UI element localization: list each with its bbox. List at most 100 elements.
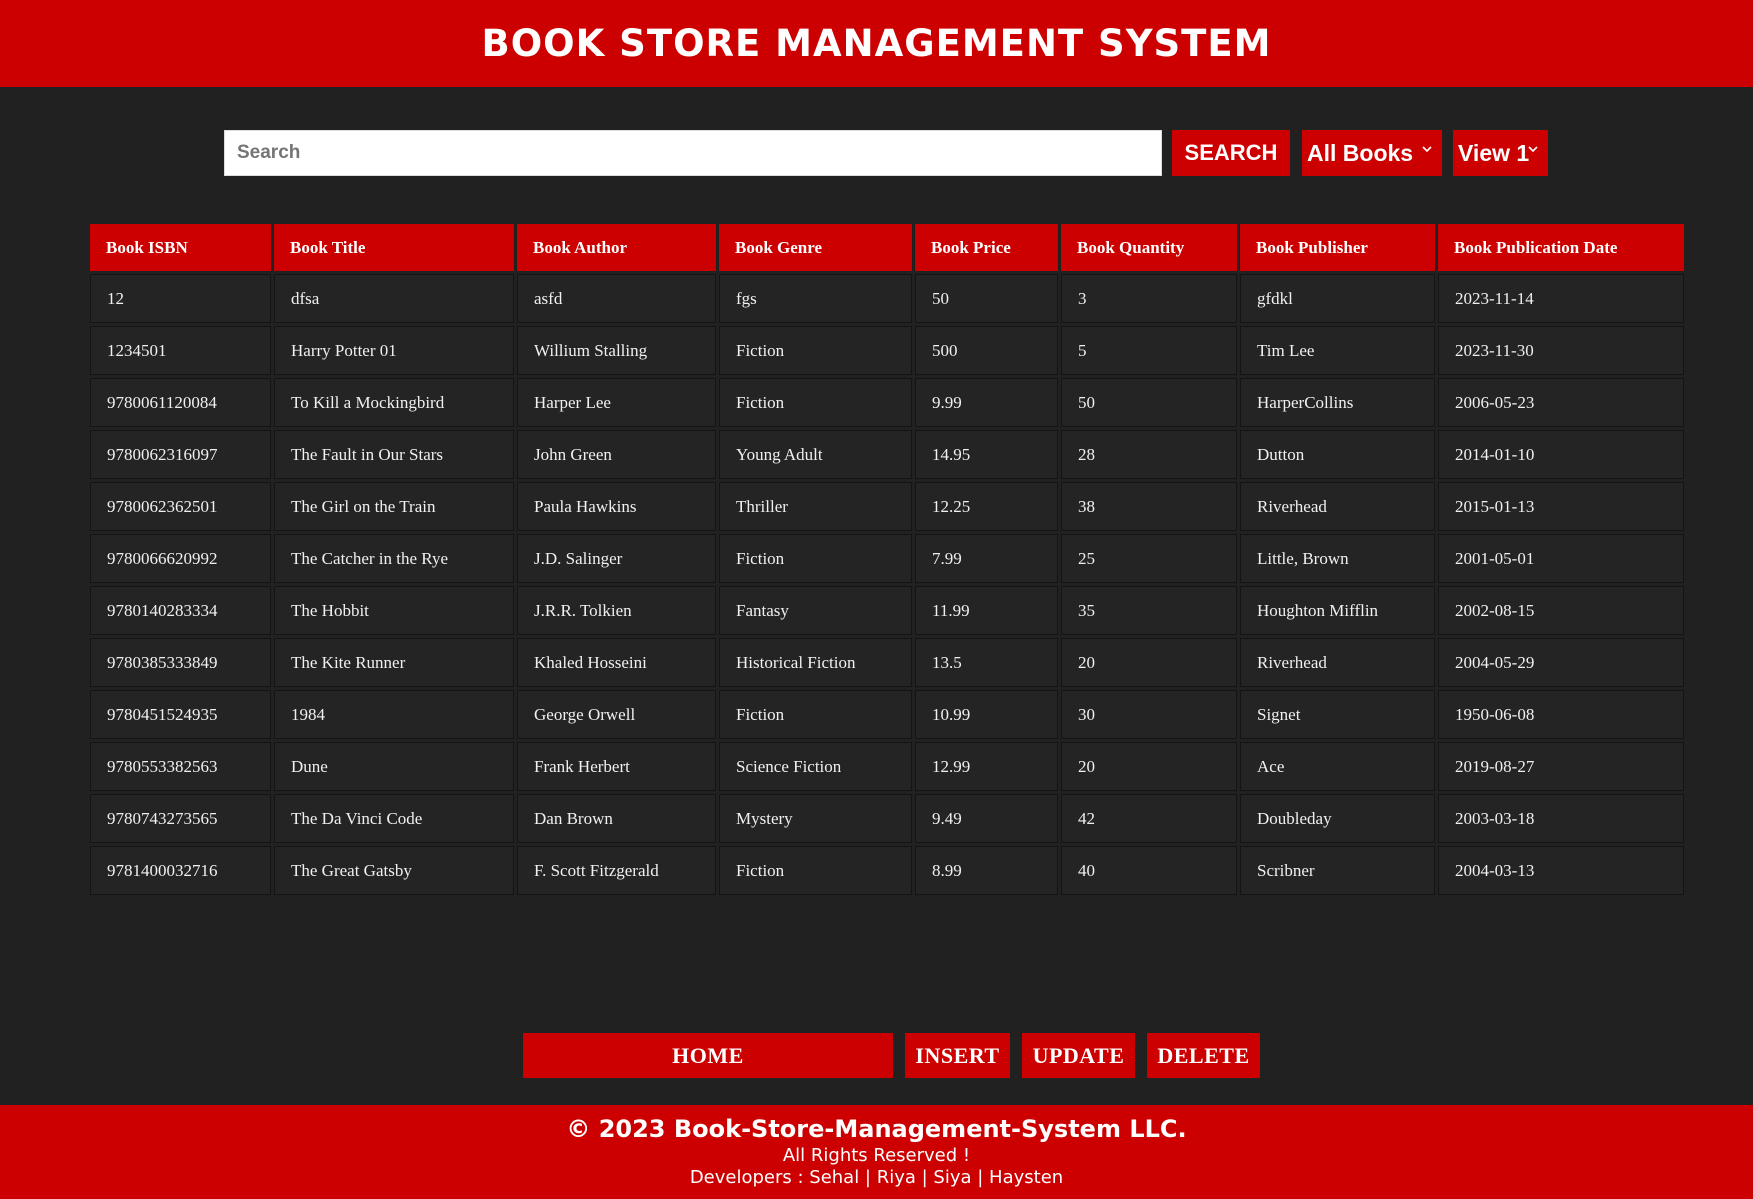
page-header: BOOK STORE MANAGEMENT SYSTEM [0, 0, 1753, 87]
delete-button[interactable]: DELETE [1147, 1033, 1260, 1078]
cell-price: 50 [915, 274, 1058, 323]
update-button[interactable]: UPDATE [1022, 1033, 1135, 1078]
cell-price: 500 [915, 326, 1058, 375]
cell-title: Dune [274, 742, 514, 791]
cell-price: 9.49 [915, 794, 1058, 843]
cell-publication-date: 2015-01-13 [1438, 482, 1684, 531]
cell-title: 1984 [274, 690, 514, 739]
cell-quantity: 3 [1061, 274, 1237, 323]
cell-author: asfd [517, 274, 716, 323]
book-filter-select[interactable]: All Books [1302, 130, 1442, 176]
chevron-down-icon [1528, 146, 1538, 153]
cell-publication-date: 2004-03-13 [1438, 846, 1684, 895]
footer-developers: Developers : Sehal | Riya | Siya | Hayst… [689, 1167, 1064, 1188]
cell-title: The Hobbit [274, 586, 514, 635]
cell-title: The Catcher in the Rye [274, 534, 514, 583]
cell-genre: Historical Fiction [719, 638, 912, 687]
cell-author: Willium Stalling [517, 326, 716, 375]
table-row: 9780451524935 1984 George Orwell Fiction 10.… [90, 690, 1684, 739]
cell-quantity: 20 [1061, 742, 1237, 791]
cell-publisher: Little, Brown [1240, 534, 1435, 583]
cell-isbn: 9780743273565 [90, 794, 271, 843]
insert-button[interactable]: INSERT [905, 1033, 1010, 1078]
cell-quantity: 42 [1061, 794, 1237, 843]
cell-publisher: Tim Lee [1240, 326, 1435, 375]
cell-price: 11.99 [915, 586, 1058, 635]
cell-price: 10.99 [915, 690, 1058, 739]
cell-publication-date: 2023-11-14 [1438, 274, 1684, 323]
cell-publication-date: 2014-01-10 [1438, 430, 1684, 479]
table-row: 9780140283334 The Hobbit J.R.R. Tolkien Fan… [90, 586, 1684, 635]
cell-author: Paula Hawkins [517, 482, 716, 531]
cell-publication-date: 2004-05-29 [1438, 638, 1684, 687]
cell-quantity: 20 [1061, 638, 1237, 687]
cell-isbn: 9780140283334 [90, 586, 271, 635]
table-row: 9780061120084 To Kill a Mockingbird Harper… [90, 378, 1684, 427]
cell-publisher: Scribner [1240, 846, 1435, 895]
cell-publication-date: 1950-06-08 [1438, 690, 1684, 739]
cell-title: The Kite Runner [274, 638, 514, 687]
books-table: Book ISBN Book Title Book Author Book Ge… [87, 221, 1687, 898]
cell-publication-date: 2003-03-18 [1438, 794, 1684, 843]
cell-isbn: 9780451524935 [90, 690, 271, 739]
column-header-quantity: Book Quantity [1061, 224, 1237, 271]
cell-quantity: 5 [1061, 326, 1237, 375]
table-row: 9780062362501 The Girl on the Train Paula … [90, 482, 1684, 531]
page-footer: © 2023 Book-Store-Management-System LLC.… [0, 1105, 1753, 1199]
cell-publication-date: 2001-05-01 [1438, 534, 1684, 583]
cell-price: 7.99 [915, 534, 1058, 583]
cell-quantity: 40 [1061, 846, 1237, 895]
cell-genre: Science Fiction [719, 742, 912, 791]
column-header-publication-date: Book Publication Date [1438, 224, 1684, 271]
cell-publisher: Dutton [1240, 430, 1435, 479]
cell-isbn: 9780553382563 [90, 742, 271, 791]
column-header-author: Book Author [517, 224, 716, 271]
table-header-row: Book ISBN Book Title Book Author Book Ge… [90, 224, 1684, 271]
cell-genre: Thriller [719, 482, 912, 531]
cell-price: 8.99 [915, 846, 1058, 895]
cell-quantity: 30 [1061, 690, 1237, 739]
cell-title: dfsa [274, 274, 514, 323]
cell-title: Harry Potter 01 [274, 326, 514, 375]
cell-publisher: Houghton Mifflin [1240, 586, 1435, 635]
cell-title: The Girl on the Train [274, 482, 514, 531]
cell-quantity: 28 [1061, 430, 1237, 479]
cell-author: Frank Herbert [517, 742, 716, 791]
home-button[interactable]: HOME [523, 1033, 893, 1078]
cell-publisher: Signet [1240, 690, 1435, 739]
column-header-title: Book Title [274, 224, 514, 271]
cell-title: The Great Gatsby [274, 846, 514, 895]
table-row: 9780385333849 The Kite Runner Khaled Hosse… [90, 638, 1684, 687]
cell-publisher: Doubleday [1240, 794, 1435, 843]
cell-publisher: Ace [1240, 742, 1435, 791]
cell-quantity: 50 [1061, 378, 1237, 427]
cell-isbn: 1234501 [90, 326, 271, 375]
cell-title: To Kill a Mockingbird [274, 378, 514, 427]
search-button[interactable]: SEARCH [1172, 130, 1290, 176]
table-row: 9781400032716 The Great Gatsby F. Scott Fi… [90, 846, 1684, 895]
cell-quantity: 35 [1061, 586, 1237, 635]
column-header-price: Book Price [915, 224, 1058, 271]
cell-genre: fgs [719, 274, 912, 323]
cell-author: George Orwell [517, 690, 716, 739]
cell-author: Khaled Hosseini [517, 638, 716, 687]
table-row: 12 dfsa asfd fgs 50 3 gfdkl 2023-11-14 [90, 274, 1684, 323]
cell-price: 9.99 [915, 378, 1058, 427]
cell-publisher: HarperCollins [1240, 378, 1435, 427]
view-select[interactable]: View 1 [1453, 130, 1548, 176]
chevron-down-icon [1422, 146, 1432, 153]
cell-quantity: 38 [1061, 482, 1237, 531]
search-input[interactable] [224, 130, 1162, 176]
cell-price: 13.5 [915, 638, 1058, 687]
column-header-publisher: Book Publisher [1240, 224, 1435, 271]
cell-publisher: Riverhead [1240, 638, 1435, 687]
cell-author: Harper Lee [517, 378, 716, 427]
cell-isbn: 9781400032716 [90, 846, 271, 895]
cell-isbn: 9780061120084 [90, 378, 271, 427]
footer-rights: All Rights Reserved ! [782, 1145, 971, 1166]
cell-author: John Green [517, 430, 716, 479]
cell-price: 14.95 [915, 430, 1058, 479]
cell-genre: Mystery [719, 794, 912, 843]
cell-isbn: 9780062316097 [90, 430, 271, 479]
cell-publication-date: 2002-08-15 [1438, 586, 1684, 635]
